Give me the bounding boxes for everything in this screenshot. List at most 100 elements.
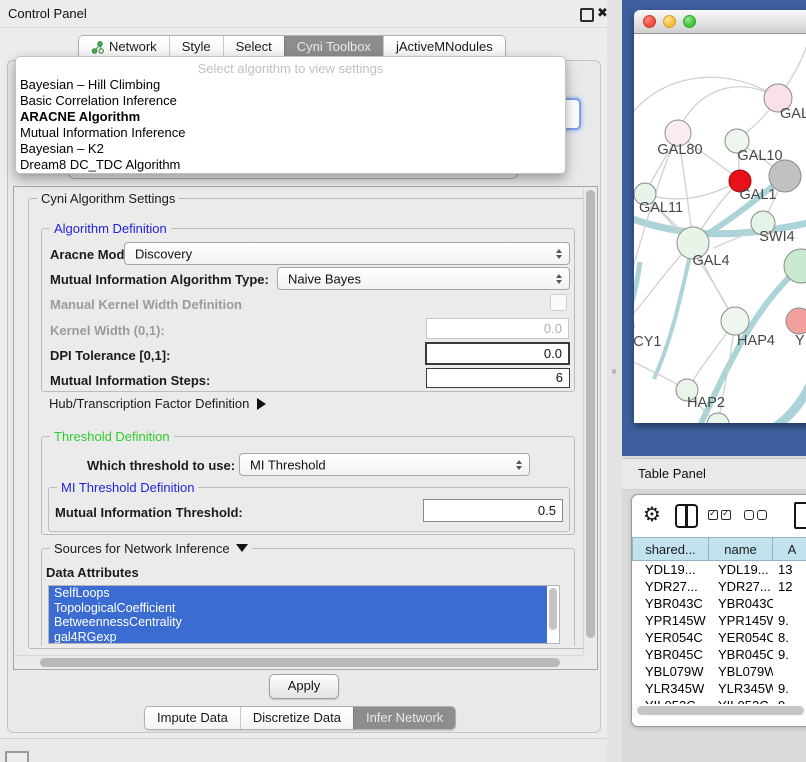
- tab-jactivemnodules[interactable]: jActiveMNodules: [383, 36, 505, 58]
- kernel-width-label: Kernel Width (0,1):: [50, 323, 165, 338]
- algorithm-option[interactable]: ARACNE Algorithm: [16, 109, 565, 125]
- table-row[interactable]: YPR145WYPR145W9.: [632, 612, 806, 629]
- table-row[interactable]: YLR345WYLR345W9.: [632, 680, 806, 697]
- tab-discretize-data[interactable]: Discretize Data: [240, 707, 353, 729]
- table-cell: YBR043C: [632, 595, 709, 612]
- node-label: GAL11: [639, 200, 683, 216]
- table-row[interactable]: YBR045CYBR045C9.: [632, 646, 806, 663]
- aracne-mode-combobox[interactable]: Discovery: [124, 242, 570, 265]
- table-row[interactable]: YIL052CYIL052C9.: [632, 697, 806, 704]
- minimize-traffic-light-icon[interactable]: [663, 15, 676, 28]
- deselect-all-columns-icon[interactable]: [744, 510, 767, 520]
- network-window-titlebar[interactable]: [634, 10, 806, 34]
- node-bottom[interactable]: [707, 413, 729, 423]
- attribute-list-scrollbar[interactable]: [547, 586, 559, 643]
- mi-steps-label: Mutual Information Steps:: [50, 373, 210, 388]
- algorithm-option[interactable]: Dream8 DC_TDC Algorithm: [16, 157, 565, 173]
- tab-impute-data[interactable]: Impute Data: [145, 707, 240, 729]
- algorithm-dropdown-popup: Select algorithm to view settings Bayesi…: [15, 56, 566, 174]
- algorithm-option[interactable]: Bayesian – K2: [16, 141, 565, 157]
- table-cell: YPR145W: [709, 612, 773, 629]
- which-threshold-label: Which threshold to use:: [87, 458, 235, 473]
- table-row[interactable]: YBR043CYBR043C: [632, 595, 806, 612]
- network-canvas[interactable]: GAL GAL80 GAL10 GAL1 GAL11 SWI4 GAL4 GCY…: [634, 34, 806, 423]
- hub-section-label: Hub/Transcription Factor Definition: [49, 396, 249, 411]
- split-columns-icon[interactable]: [675, 504, 698, 528]
- attribute-item-selected[interactable]: TopologicalCoefficient: [49, 601, 547, 616]
- table-cell: YLR345W: [632, 680, 709, 697]
- settings-vertical-scrollbar[interactable]: [583, 187, 597, 656]
- float-window-icon[interactable]: [580, 8, 594, 22]
- attribute-item-selected[interactable]: BetweennessCentrality: [49, 615, 547, 630]
- mi-type-combobox[interactable]: Naive Bayes: [277, 267, 570, 290]
- collapsed-panel-button[interactable]: [5, 751, 29, 762]
- table-row[interactable]: YER054CYER054C8.: [632, 629, 806, 646]
- data-attributes-label: Data Attributes: [46, 565, 139, 580]
- table-row[interactable]: YBL079WYBL079W: [632, 663, 806, 680]
- sources-title-label: Sources for Network Inference: [54, 541, 230, 556]
- table-body: YDL19...YDL19...13YDR27...YDR27...12YBR0…: [632, 561, 806, 704]
- network-view-panel: GAL GAL80 GAL10 GAL1 GAL11 SWI4 GAL4 GCY…: [622, 0, 806, 456]
- table-cell: YER054C: [632, 629, 709, 646]
- mi-threshold-field[interactable]: 0.5: [423, 499, 563, 522]
- table-cell: YBR045C: [709, 646, 773, 663]
- combobox-value: Naive Bayes: [288, 271, 361, 286]
- table-row[interactable]: YDR27...YDR27...12: [632, 578, 806, 595]
- table-row[interactable]: YDL19...YDL19...13: [632, 561, 806, 578]
- zoom-traffic-light-icon[interactable]: [683, 15, 696, 28]
- screen: Control Panel ✖ Network Style Select Cyn…: [0, 0, 806, 762]
- hub-transcription-section[interactable]: Hub/Transcription Factor Definition: [49, 396, 266, 411]
- column-header-partial[interactable]: A: [773, 537, 806, 561]
- table-cell: YPR145W: [632, 612, 709, 629]
- collapse-down-icon: [236, 544, 248, 552]
- table-cell: [773, 663, 806, 680]
- table-horizontal-scrollbar[interactable]: [632, 704, 806, 717]
- attribute-item-selected[interactable]: SelfLoops: [49, 586, 547, 601]
- algorithm-definition-group: Algorithm Definition Aracne Mode: Discov…: [41, 228, 575, 392]
- expand-right-icon: [257, 398, 266, 410]
- table-panel-titlebar: Table Panel: [622, 458, 806, 490]
- tab-infer-network[interactable]: Infer Network: [353, 707, 455, 729]
- node-label: GAL4: [692, 253, 729, 269]
- sources-title[interactable]: Sources for Network Inference: [50, 541, 252, 556]
- group-title: Algorithm Definition: [50, 221, 171, 236]
- tab-cyni-toolbox[interactable]: Cyni Toolbox: [284, 36, 383, 58]
- column-header-name[interactable]: name: [709, 537, 773, 561]
- node-label: HAP2: [687, 395, 725, 411]
- apply-button[interactable]: Apply: [269, 674, 339, 699]
- tab-select[interactable]: Select: [223, 36, 284, 58]
- node-salmon[interactable]: [786, 308, 806, 334]
- attribute-items: SelfLoopsTopologicalCoefficientBetweenne…: [49, 586, 547, 643]
- settings-gear-icon[interactable]: ⚙: [643, 502, 661, 527]
- table-cell: YLR345W: [709, 680, 773, 697]
- data-attributes-list[interactable]: SelfLoopsTopologicalCoefficientBetweenne…: [48, 585, 560, 644]
- algorithm-popup-list: Bayesian – Hill ClimbingBasic Correlatio…: [16, 77, 565, 173]
- cyni-algorithm-settings-group: Cyni Algorithm Settings Algorithm Defini…: [28, 198, 586, 649]
- table-cell: 9.: [773, 697, 806, 704]
- which-threshold-combobox[interactable]: MI Threshold: [239, 453, 530, 476]
- column-header-shared-name[interactable]: shared...: [632, 537, 709, 561]
- splitter-handle-icon[interactable]: [612, 369, 616, 374]
- table-cell: 8.: [773, 629, 806, 646]
- table-panel-region: Table Panel ⚙ shared... name A YDL19...Y…: [622, 456, 806, 762]
- stepper-icon: [556, 274, 562, 284]
- select-all-columns-icon[interactable]: [708, 510, 731, 520]
- algorithm-option[interactable]: Bayesian – Hill Climbing: [16, 77, 565, 93]
- table-cell: 9.: [773, 612, 806, 629]
- tab-label: Cyni Toolbox: [297, 36, 371, 58]
- panel-splitter[interactable]: [607, 0, 622, 762]
- settings-horizontal-scrollbar[interactable]: [14, 655, 584, 669]
- algorithm-option[interactable]: Mutual Information Inference: [16, 125, 565, 141]
- table-cell: YBL079W: [709, 663, 773, 680]
- node-hap4[interactable]: [721, 307, 749, 335]
- tab-network[interactable]: Network: [79, 36, 169, 58]
- tab-style[interactable]: Style: [169, 36, 223, 58]
- mi-steps-field[interactable]: 6: [426, 368, 570, 388]
- export-table-icon[interactable]: [794, 502, 806, 529]
- close-traffic-light-icon[interactable]: [643, 15, 656, 28]
- tab-label: Impute Data: [157, 707, 228, 729]
- algorithm-option[interactable]: Basic Correlation Inference: [16, 93, 565, 109]
- table-cell: YDL19...: [632, 561, 709, 578]
- dpi-tolerance-field[interactable]: 0.0: [425, 342, 570, 365]
- attribute-item-selected[interactable]: gal4RGexp: [49, 630, 547, 643]
